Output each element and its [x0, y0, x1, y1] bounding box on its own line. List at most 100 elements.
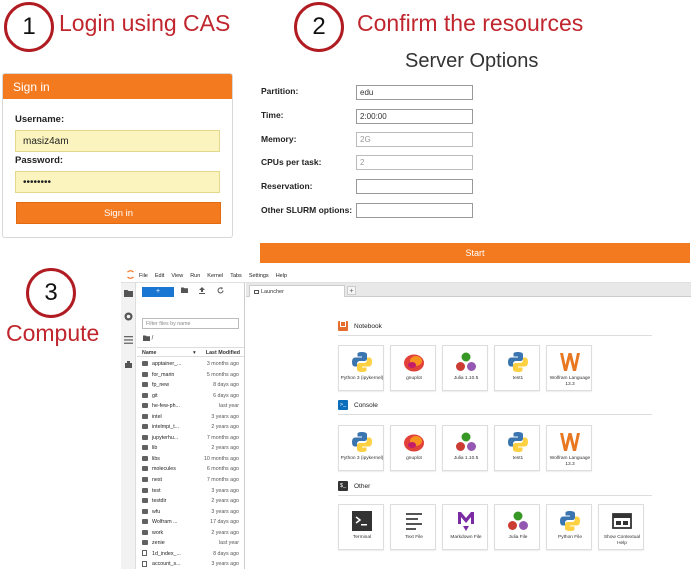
- launcher-card-label: gnuplot: [406, 456, 422, 461]
- upload-icon[interactable]: [197, 287, 207, 297]
- server-option-label: Memory:: [261, 134, 297, 144]
- section-divider: [338, 335, 652, 336]
- file-list-item[interactable]: intel 3 years ago: [137, 412, 244, 423]
- launcher-card[interactable]: Julia 1.10.5: [442, 345, 488, 391]
- menu-edit[interactable]: Edit: [155, 273, 164, 279]
- jupyter-logo-icon: [121, 270, 139, 281]
- start-button[interactable]: Start: [260, 243, 690, 263]
- file-modified: 3 years ago: [211, 413, 239, 420]
- launcher-card[interactable]: Python 3 (ipykernel): [338, 345, 384, 391]
- file-name: work: [152, 529, 164, 536]
- launcher-card-label: Markdown File: [450, 535, 482, 540]
- server-option-input[interactable]: 2: [356, 155, 473, 170]
- step-2-badge: 2: [294, 2, 344, 52]
- filter-files-input[interactable]: Filter files by name: [142, 318, 239, 329]
- file-list-item[interactable]: libs 10 months ago: [137, 454, 244, 465]
- launcher-card[interactable]: Wolfram Language 13.3: [546, 425, 592, 471]
- launcher-card[interactable]: test1: [494, 345, 540, 391]
- file-list-item[interactable]: for_marin 5 months ago: [137, 370, 244, 381]
- wolfram-icon: [559, 351, 581, 373]
- file-list-item[interactable]: jupyterhu... 7 months ago: [137, 433, 244, 444]
- folder-icon: [142, 403, 148, 409]
- username-field[interactable]: masiz4am: [15, 130, 220, 152]
- file-list-item[interactable]: wfu 3 years ago: [137, 507, 244, 518]
- launcher-card-label: Python 3 (ipykernel): [340, 456, 384, 461]
- launcher-card[interactable]: Python 3 (ipykernel): [338, 425, 384, 471]
- launcher-card-label: Julia 1.10.5: [453, 376, 479, 381]
- file-list-item[interactable]: Wolfram ... 17 days ago: [137, 517, 244, 528]
- server-option-input[interactable]: [356, 203, 473, 218]
- file-list-item[interactable]: work 2 years ago: [137, 528, 244, 539]
- file-list-item[interactable]: he-few-ph... last year: [137, 401, 244, 412]
- python-icon: [507, 351, 529, 373]
- launcher-card[interactable]: Text File: [390, 504, 436, 550]
- file-modified: 2 years ago: [211, 498, 239, 505]
- modified-column-header[interactable]: Last Modified: [206, 350, 240, 356]
- launcher-card-label: Python 3 (ipykernel): [340, 376, 384, 381]
- file-modified: 17 days ago: [210, 519, 239, 526]
- file-list-item[interactable]: lib 2 years ago: [137, 443, 244, 454]
- file-list-item[interactable]: zenie last year: [137, 538, 244, 549]
- breadcrumb-path[interactable]: /: [152, 336, 154, 342]
- gnuplot-icon: [403, 431, 425, 453]
- launcher-card[interactable]: gnuplot: [390, 345, 436, 391]
- launcher-card[interactable]: Julia 1.10.5: [442, 425, 488, 471]
- python-icon: [351, 431, 373, 453]
- folder-icon: [142, 413, 148, 419]
- launcher-card[interactable]: Python File: [546, 504, 592, 550]
- file-list-item[interactable]: testdir 2 years ago: [137, 496, 244, 507]
- signin-button[interactable]: Sign in: [16, 202, 221, 224]
- menu-file[interactable]: File: [139, 273, 148, 279]
- file-name: molecules: [152, 466, 176, 473]
- launcher-card[interactable]: Markdown File: [442, 504, 488, 550]
- menu-run[interactable]: Run: [190, 273, 200, 279]
- file-name: he-few-ph...: [152, 403, 180, 410]
- launcher-card[interactable]: Terminal: [338, 504, 384, 550]
- server-option-input[interactable]: [356, 179, 473, 194]
- file-list-item[interactable]: test 3 years ago: [137, 486, 244, 497]
- step-2-label: Confirm the resources: [357, 10, 584, 36]
- menu-kernel[interactable]: Kernel: [207, 273, 223, 279]
- tab-launcher[interactable]: Launcher: [249, 285, 345, 297]
- menu-tabs[interactable]: Tabs: [230, 273, 242, 279]
- folder-icon: [142, 455, 148, 461]
- name-column-header[interactable]: Name: [142, 350, 156, 356]
- server-option-input[interactable]: 2G: [356, 132, 473, 147]
- new-folder-icon[interactable]: [179, 287, 189, 297]
- signin-panel: Sign in Username: masiz4am Password: •••…: [2, 73, 233, 238]
- launcher-card[interactable]: gnuplot: [390, 425, 436, 471]
- server-option-label: Partition:: [261, 86, 299, 96]
- file-list-item[interactable]: molecules 6 months ago: [137, 464, 244, 475]
- running-icon[interactable]: [124, 312, 133, 321]
- refresh-icon[interactable]: [215, 287, 225, 297]
- folder-icon: [142, 434, 148, 440]
- launcher-card[interactable]: Wolfram Language 13.3: [546, 345, 592, 391]
- menu-view[interactable]: View: [171, 273, 183, 279]
- tab-label: Launcher: [261, 289, 284, 295]
- launcher-card-label: Wolfram Language 13.3: [549, 376, 591, 387]
- julia-icon: [455, 351, 477, 373]
- folder-icon[interactable]: [124, 289, 133, 298]
- new-launcher-button[interactable]: +: [142, 287, 174, 297]
- file-list-item[interactable]: account_s... 3 years ago: [137, 559, 244, 569]
- file-list-item[interactable]: 1d_index_... 8 days ago: [137, 549, 244, 560]
- server-option-input[interactable]: 2:00:00: [356, 109, 473, 124]
- launcher-card[interactable]: test1: [494, 425, 540, 471]
- menu-settings[interactable]: Settings: [249, 273, 269, 279]
- file-list-item[interactable]: apptainer_... 3 months ago: [137, 359, 244, 370]
- launcher-card[interactable]: Julia File: [494, 504, 540, 550]
- file-modified: 3 months ago: [206, 361, 239, 367]
- extensions-icon[interactable]: [124, 360, 133, 369]
- password-field[interactable]: ••••••••: [15, 171, 220, 193]
- file-icon: [142, 560, 147, 567]
- notebook-section-icon: [338, 321, 348, 331]
- launcher-card[interactable]: Show Contextual Help: [598, 504, 644, 550]
- new-tab-button[interactable]: +: [347, 286, 356, 295]
- file-list-item[interactable]: nest 7 months ago: [137, 475, 244, 486]
- menu-help[interactable]: Help: [276, 273, 287, 279]
- file-list-item[interactable]: git 6 days ago: [137, 391, 244, 402]
- file-list-item[interactable]: intelmpi_t... 2 years ago: [137, 422, 244, 433]
- commands-icon[interactable]: [124, 336, 133, 345]
- server-option-input[interactable]: edu: [356, 85, 473, 100]
- file-list-item[interactable]: fp_new 8 days ago: [137, 380, 244, 391]
